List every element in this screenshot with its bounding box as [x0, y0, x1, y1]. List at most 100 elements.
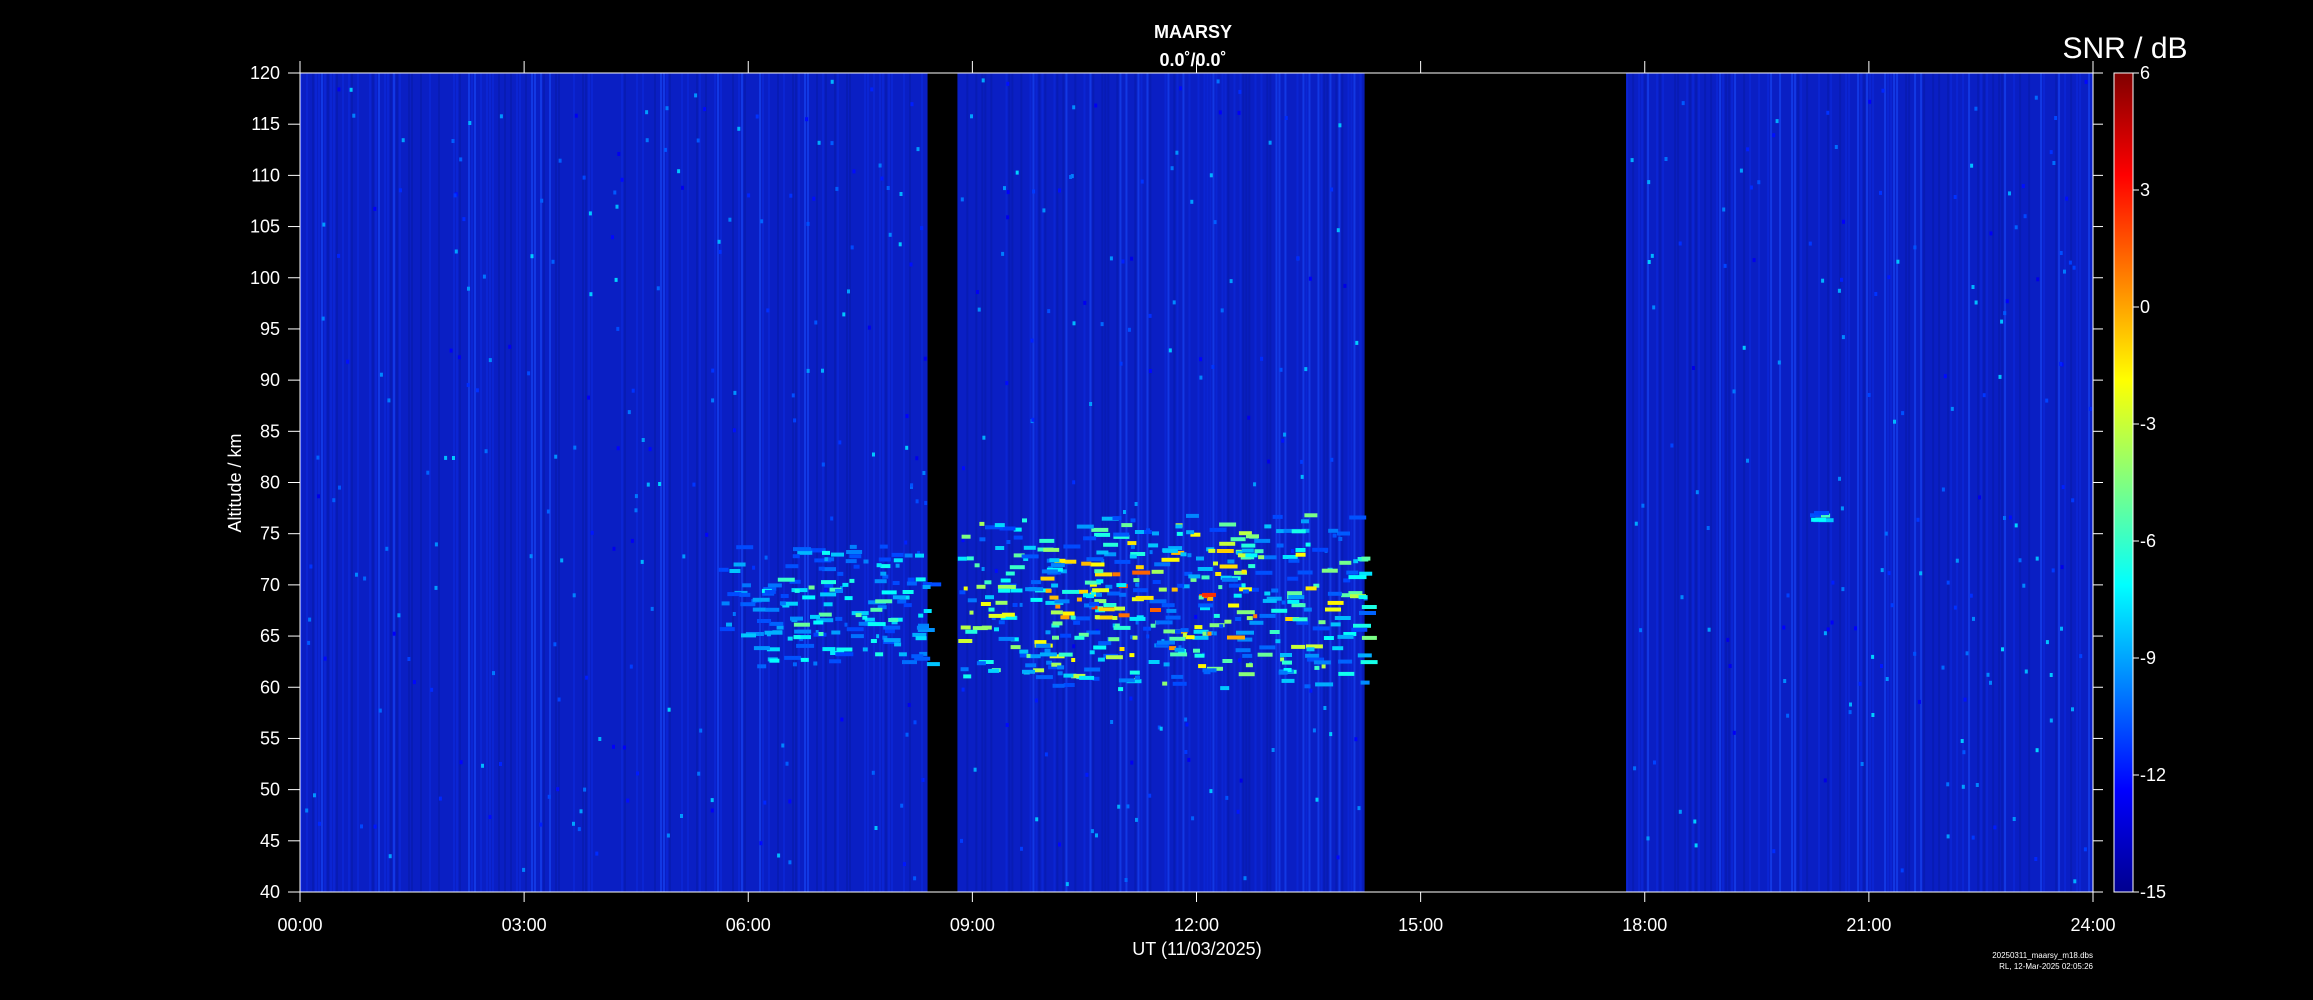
noise-speckle — [332, 498, 336, 503]
echo-cell — [1312, 626, 1330, 631]
noise-streak — [1770, 73, 1773, 892]
echo-cell — [972, 626, 988, 631]
noise-speckle — [641, 438, 645, 442]
noise-speckle — [699, 728, 703, 733]
noise-speckle — [755, 114, 759, 119]
noise-speckle — [1694, 843, 1698, 848]
echo-cell — [793, 635, 801, 640]
echo-cell — [958, 639, 973, 643]
noise-streak — [1872, 73, 1875, 892]
noise-streak — [1008, 73, 1011, 892]
noise-speckle — [529, 554, 533, 559]
noise-speckle — [1279, 367, 1283, 372]
x-tick-label: 00:00 — [277, 915, 322, 935]
noise-speckle — [1941, 665, 1945, 670]
noise-streak — [330, 73, 332, 892]
echo-cell — [1079, 675, 1095, 680]
noise-speckle — [572, 821, 575, 826]
echo-cell — [961, 534, 971, 539]
noise-streak — [1938, 73, 1941, 892]
noise-streak — [1716, 73, 1719, 892]
echo-cell — [1094, 569, 1104, 574]
noise-streak — [582, 73, 584, 892]
noise-streak — [1659, 73, 1662, 892]
echo-cell — [842, 582, 849, 587]
noise-speckle — [482, 274, 486, 279]
echo-cell — [769, 621, 784, 626]
noise-speckle — [977, 307, 981, 312]
echo-cell — [1096, 592, 1102, 597]
noise-speckle — [830, 141, 834, 146]
echo-cell — [965, 629, 978, 634]
noise-speckle — [1308, 276, 1312, 281]
noise-speckle — [924, 501, 928, 505]
echo-cell — [1236, 630, 1254, 635]
noise-speckle — [1110, 720, 1114, 724]
noise-speckle — [1670, 443, 1674, 448]
noise-streak — [744, 73, 746, 892]
y-tick-label: 100 — [250, 268, 280, 288]
echo-cell — [1094, 532, 1111, 537]
echo-cell — [922, 585, 931, 589]
noise-streak — [1656, 73, 1659, 892]
echo-cell — [1346, 570, 1359, 575]
noise-streak — [705, 73, 707, 892]
echo-cell — [721, 601, 730, 606]
echo-cell — [1076, 597, 1082, 602]
noise-speckle — [915, 499, 919, 504]
noise-speckle — [1211, 364, 1215, 369]
noise-speckle — [1238, 89, 1242, 94]
noise-speckle — [583, 787, 587, 792]
noise-speckle — [614, 277, 618, 282]
noise-speckle — [718, 249, 722, 254]
echo-cell — [855, 613, 862, 618]
echo-cell — [1198, 603, 1214, 608]
noise-speckle — [373, 206, 377, 211]
echo-cell — [1035, 675, 1053, 680]
noise-speckle — [612, 546, 616, 551]
noise-speckle — [1879, 190, 1882, 195]
noise-speckle — [574, 113, 578, 118]
noise-streak — [1869, 73, 1872, 892]
echo-cell — [880, 571, 887, 576]
noise-speckle — [2003, 311, 2007, 316]
echo-cell — [997, 584, 1016, 589]
noise-speckle — [2065, 196, 2069, 201]
noise-speckle — [1094, 103, 1098, 108]
noise-streak — [738, 73, 740, 892]
noise-streak — [2055, 73, 2058, 892]
echo-cell — [979, 537, 986, 542]
noise-streak — [1146, 73, 1149, 892]
noise-speckle — [385, 546, 389, 551]
noise-speckle — [1786, 593, 1790, 598]
echo-cell — [818, 632, 824, 636]
echo-cell — [883, 638, 901, 643]
echo-cell — [1292, 617, 1308, 622]
noise-speckle — [1170, 166, 1174, 171]
echo-cell — [1339, 560, 1352, 565]
noise-speckle — [337, 253, 341, 258]
echo-cell — [1119, 592, 1127, 597]
noise-speckle — [645, 110, 649, 115]
noise-speckle — [2045, 640, 2049, 645]
noise-speckle — [1044, 752, 1048, 757]
noise-speckle — [1209, 173, 1213, 178]
echo-cell — [1162, 548, 1178, 553]
noise-speckle — [923, 356, 927, 361]
noise-speckle — [850, 245, 854, 250]
noise-streak — [420, 73, 422, 892]
echo-cell — [874, 579, 887, 584]
noise-streak — [2064, 73, 2067, 892]
echo-cell — [1180, 628, 1189, 633]
noise-speckle — [1978, 495, 1981, 500]
noise-speckle — [1953, 195, 1957, 199]
noise-speckle — [1830, 620, 1834, 625]
noise-speckle — [697, 771, 701, 776]
echo-cell — [1288, 595, 1305, 600]
echo-cell — [1351, 627, 1368, 632]
noise-speckle — [1953, 605, 1957, 610]
noise-speckle — [1647, 260, 1651, 264]
noise-speckle — [656, 286, 660, 291]
echo-cell — [1228, 603, 1240, 608]
noise-speckle — [1130, 256, 1134, 261]
